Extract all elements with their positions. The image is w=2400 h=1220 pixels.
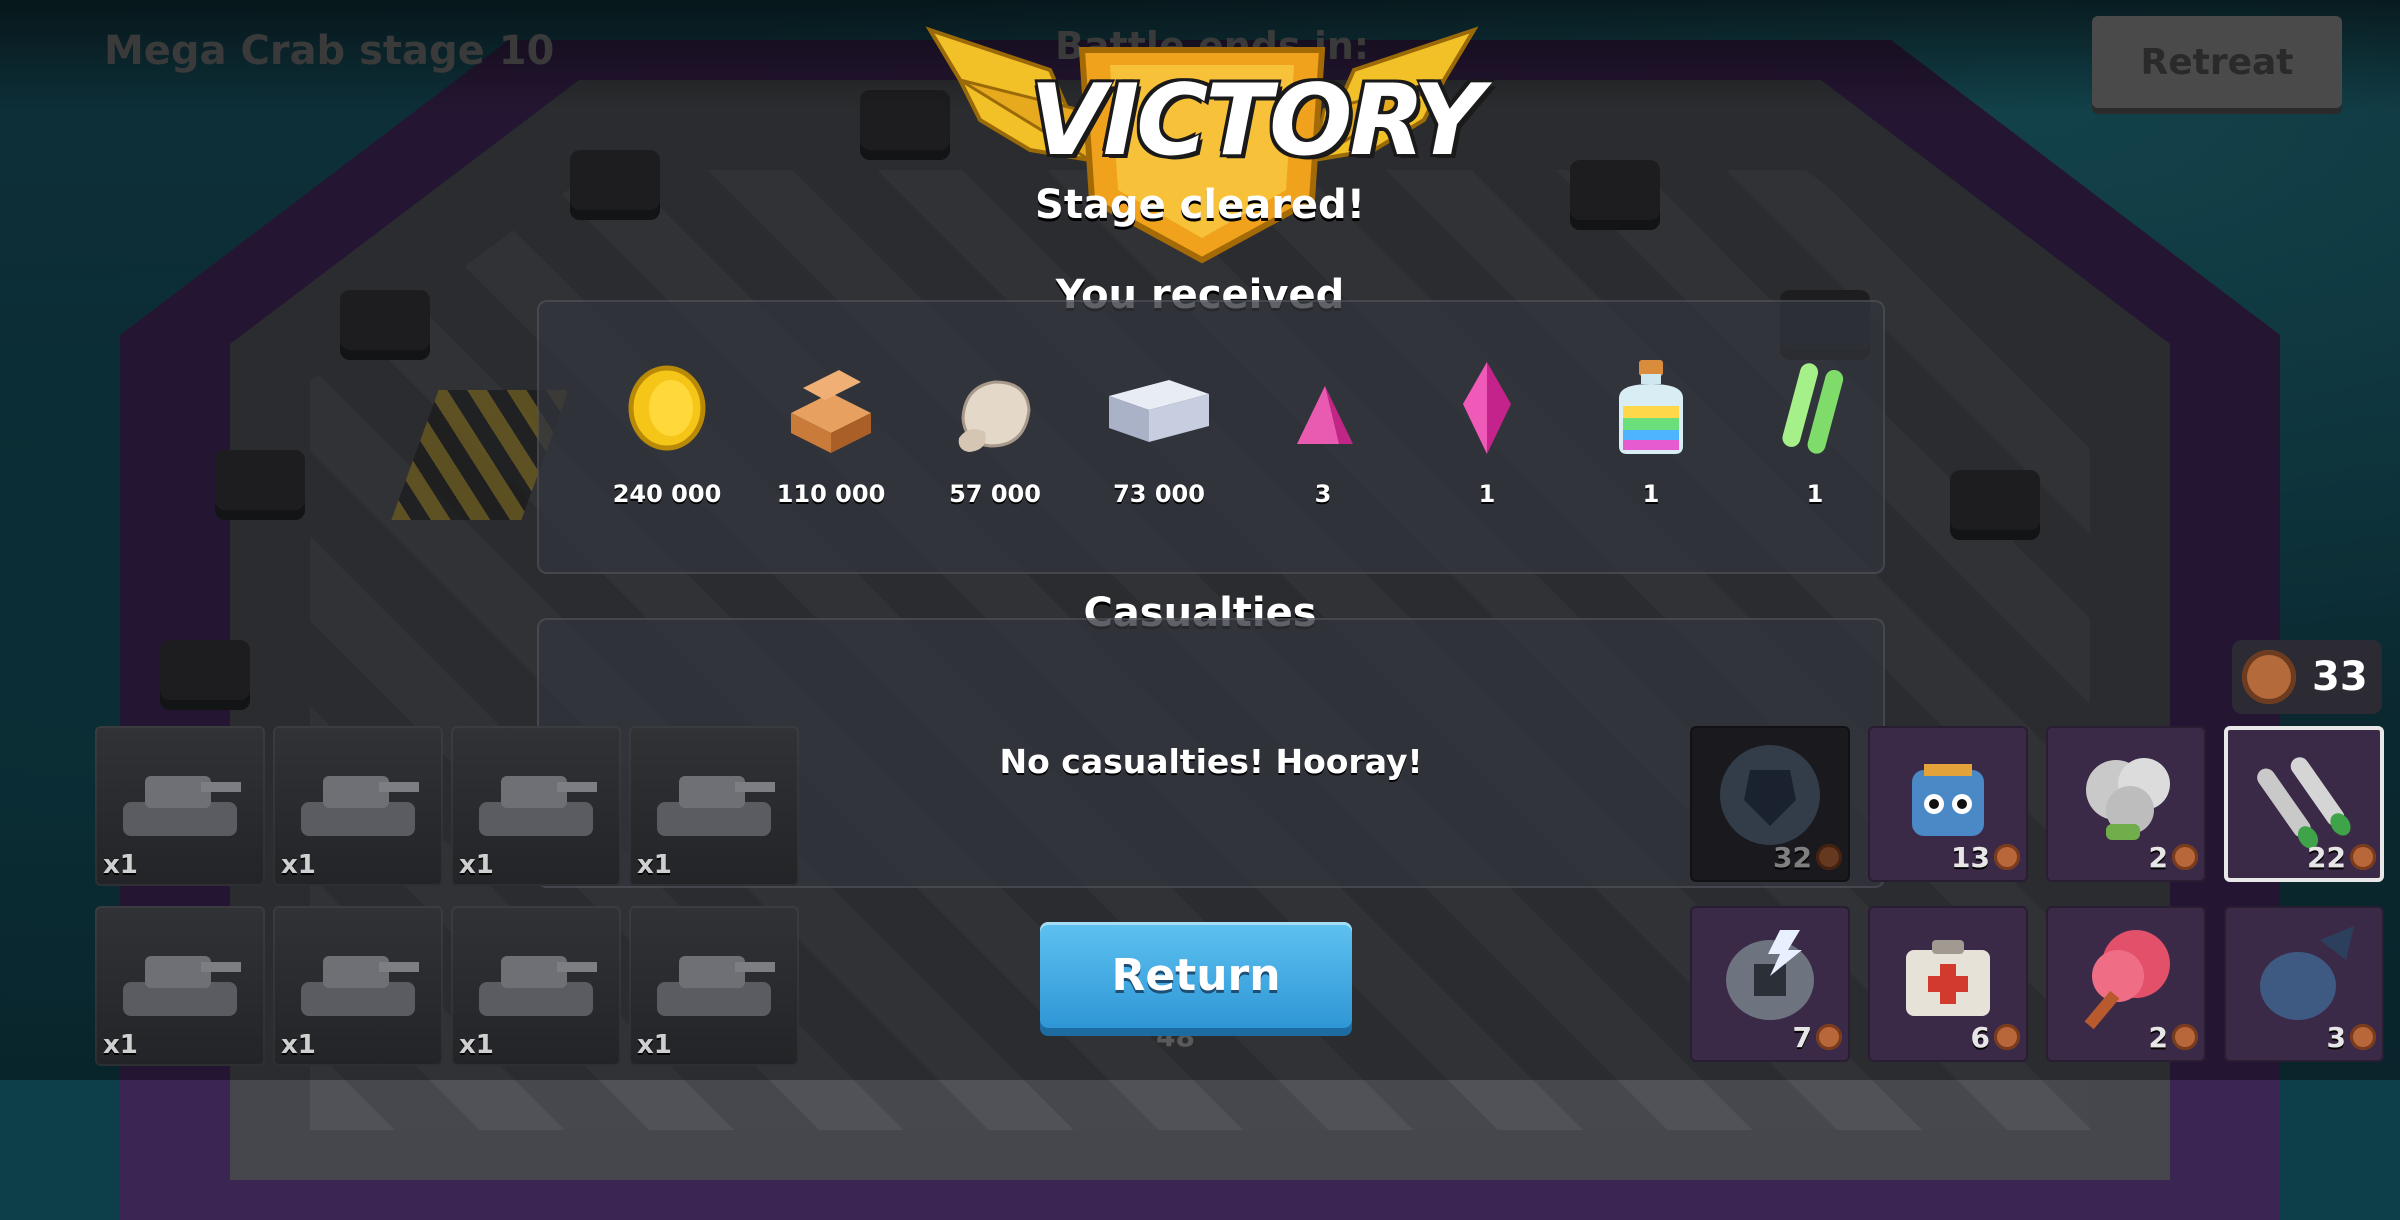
energy-cost-icon [1816, 844, 1842, 870]
reward-item: 110 000 [749, 358, 913, 548]
troop-count: x1 [103, 850, 138, 880]
reward-item: 240 000 [585, 358, 749, 548]
stage-title: Mega Crab stage 10 [104, 28, 555, 74]
reward-value: 73 000 [1113, 480, 1205, 508]
tank-icon [479, 776, 597, 836]
troop-slot: x1 [451, 906, 621, 1066]
ability-flare[interactable]: 2 [2046, 906, 2206, 1062]
reward-item: 1 [1405, 358, 1569, 548]
iron-icon [1109, 380, 1209, 442]
troop-count: x1 [281, 850, 316, 880]
reward-value: 240 000 [612, 480, 722, 508]
ability-medkit[interactable]: 6 [1868, 906, 2028, 1062]
ability-artillery[interactable]: 3 [2224, 906, 2384, 1062]
elixir-icon [1619, 360, 1683, 454]
reward-item: 57 000 [913, 358, 1077, 548]
troop-slot: x1 [273, 906, 443, 1066]
energy-cost-icon [1994, 844, 2020, 870]
energy-cost-icon [2172, 844, 2198, 870]
smoke-ability-icon [2086, 758, 2170, 840]
victory-title: VICTORY [1030, 64, 1484, 178]
shock-bomb-ability-icon [1726, 930, 1814, 1020]
flare-ability-icon [2084, 930, 2170, 1030]
reward-item: 3 [1241, 358, 1405, 548]
ability-critters[interactable]: 13 [1868, 726, 2028, 882]
troop-slot: x1 [95, 906, 265, 1066]
tank-icon [123, 956, 241, 1016]
rewards-panel: 240 000 110 000 57 000 73 000 3 1 1 1 [537, 300, 1885, 574]
reward-value: 110 000 [776, 480, 886, 508]
wood-icon [791, 370, 871, 453]
energy-cost-icon [2172, 1024, 2198, 1050]
troop-count: x1 [459, 1030, 494, 1060]
troop-count: x1 [459, 850, 494, 880]
troop-count: x1 [637, 850, 672, 880]
troop-slot: x1 [273, 726, 443, 886]
shield-ability-icon [1720, 745, 1820, 845]
tank-icon [657, 776, 775, 836]
energy-value: 33 [2312, 654, 2368, 700]
gunboat-energy: 33 [2232, 640, 2382, 714]
ability-cost: 2 [2148, 841, 2168, 874]
ability-cost: 22 [2307, 841, 2346, 874]
reward-value: 1 [1478, 480, 1496, 508]
ability-cost: 7 [1792, 1021, 1812, 1054]
glowing-tubes-icon [1782, 363, 1844, 454]
reward-item: 1 [1569, 358, 1733, 548]
barrage-ability-icon [2257, 757, 2351, 849]
tank-icon [479, 956, 597, 1016]
ability-cost: 6 [1970, 1021, 1990, 1054]
ability-shock-bomb[interactable]: 7 [1690, 906, 1850, 1062]
reward-item: 1 [1733, 358, 1897, 548]
reward-value: 1 [1642, 480, 1660, 508]
tank-icon [123, 776, 241, 836]
troop-slot: x1 [629, 726, 799, 886]
energy-icon [2242, 650, 2296, 704]
ability-cost: 2 [2148, 1021, 2168, 1054]
energy-cost-icon [2350, 1024, 2376, 1050]
tank-icon [301, 776, 419, 836]
reward-item: 73 000 [1077, 358, 1241, 548]
energy-cost-icon [1816, 1024, 1842, 1050]
troop-slot: x1 [629, 906, 799, 1066]
power-stone-icon [1297, 386, 1353, 444]
tank-icon [657, 956, 775, 1016]
stone-icon [958, 380, 1031, 452]
troop-count: x1 [281, 1030, 316, 1060]
gold-icon [628, 365, 706, 451]
troop-count: x1 [103, 1030, 138, 1060]
reward-value: 57 000 [949, 480, 1041, 508]
medkit-ability-icon [1906, 940, 1990, 1016]
reward-value: 1 [1806, 480, 1824, 508]
stage-cleared-label: Stage cleared! [1035, 182, 1365, 228]
troop-slot: x1 [451, 726, 621, 886]
troop-count: x1 [637, 1030, 672, 1060]
ability-cost: 13 [1951, 841, 1990, 874]
ability-shield[interactable]: 32 [1690, 726, 1850, 882]
ability-barrage[interactable]: 22 [2224, 726, 2384, 882]
retreat-button[interactable]: Retreat [2092, 16, 2342, 108]
tank-icon [301, 956, 419, 1016]
reward-value: 3 [1314, 480, 1332, 508]
ability-cost: 3 [2326, 1021, 2346, 1054]
critters-ability-icon [1912, 764, 1984, 836]
crystal-icon [1463, 362, 1511, 454]
ability-cost: 32 [1773, 841, 1812, 874]
return-button[interactable]: Return [1040, 922, 1352, 1028]
troop-slot: x1 [95, 726, 265, 886]
energy-cost-icon [2350, 844, 2376, 870]
artillery-ability-icon [2260, 926, 2354, 1020]
energy-cost-icon [1994, 1024, 2020, 1050]
ability-smoke[interactable]: 2 [2046, 726, 2206, 882]
